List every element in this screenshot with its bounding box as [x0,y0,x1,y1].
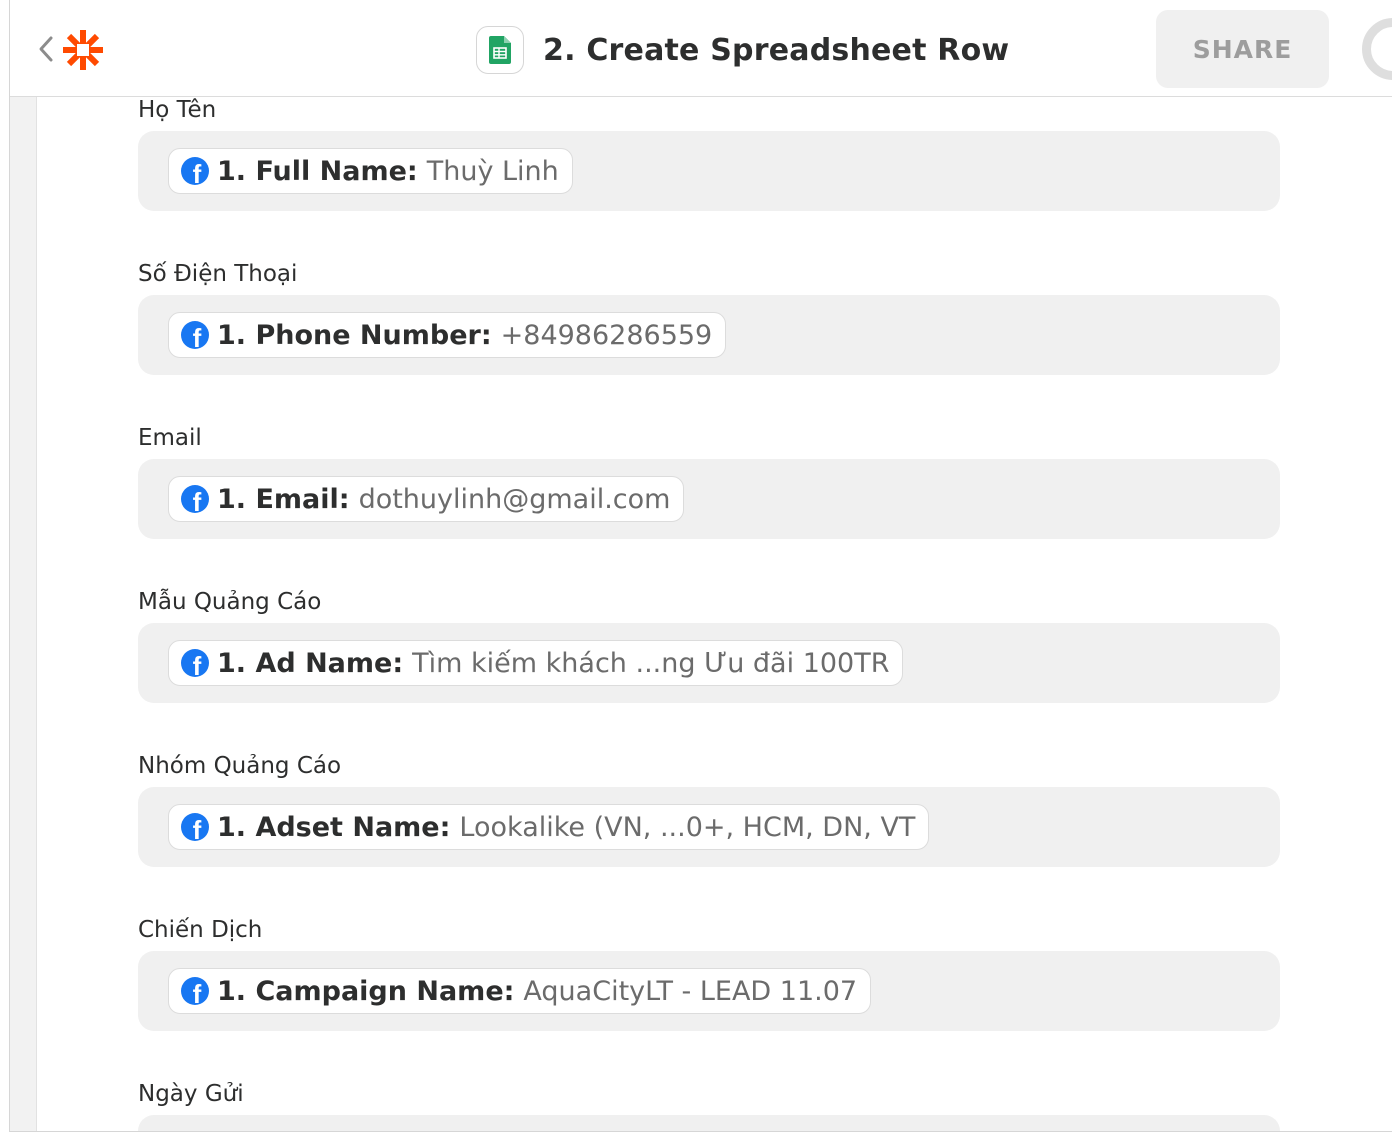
pill-key: 1. Full Name: [217,155,418,187]
mapped-value-pill[interactable]: f 1. Campaign Name: AquaCityLT - LEAD 11… [168,968,872,1014]
app-window: 2. Create Spreadsheet Row SHARE Họ Tên f… [9,0,1392,1132]
loading-spinner-icon [1362,18,1392,80]
google-sheets-icon [476,26,524,74]
pill-value: Tìm kiếm khách ...ng Ưu đãi 100TR [412,647,890,679]
field-input[interactable]: f 1. Adset Name: Lookalike (VN, ...0+, H… [138,787,1280,867]
pill-key: 1. Email: [217,483,350,515]
step-title[interactable]: 2. Create Spreadsheet Row [543,33,1009,68]
field-email: Email f 1. Email: dothuylinh@gmail.com [138,423,1280,539]
field-label: Chiến Dịch [138,917,263,943]
mapped-value-pill[interactable]: f 1. Ad Name: Tìm kiếm khách ...ng Ưu đã… [168,640,904,686]
mapped-value-pill[interactable]: f 1. Full Name: Thuỳ Linh [168,148,573,194]
field-input[interactable] [138,1115,1280,1131]
field-mau-quang-cao: Mẫu Quảng Cáo f 1. Ad Name: Tìm kiếm khá… [138,587,1280,703]
pill-key: 1. Ad Name: [217,647,404,679]
field-label: Email [138,425,202,451]
facebook-icon: f [181,649,209,677]
step-fields-panel: Họ Tên f 1. Full Name: Thuỳ Linh Số Điện… [10,95,1392,1131]
field-label: Họ Tên [138,97,217,123]
chevron-left-icon[interactable] [36,30,56,68]
share-button[interactable]: SHARE [1156,10,1329,88]
field-nhom-quang-cao: Nhóm Quảng Cáo f 1. Adset Name: Lookalik… [138,751,1280,867]
mapped-value-pill[interactable]: f 1. Adset Name: Lookalike (VN, ...0+, H… [168,804,930,850]
facebook-icon: f [181,813,209,841]
mapped-value-pill[interactable]: f 1. Email: dothuylinh@gmail.com [168,476,685,522]
facebook-icon: f [181,321,209,349]
pill-value: +84986286559 [500,319,713,351]
field-input[interactable]: f 1. Phone Number: +84986286559 [138,295,1280,375]
pill-key: 1. Phone Number: [217,319,492,351]
field-input[interactable]: f 1. Full Name: Thuỳ Linh [138,131,1280,211]
facebook-icon: f [181,157,209,185]
pill-value: dothuylinh@gmail.com [358,483,671,515]
field-label: Số Điện Thoại [138,261,298,287]
facebook-icon: f [181,977,209,1005]
zapier-logo-icon[interactable] [59,28,107,72]
pill-value: Thuỳ Linh [426,155,559,187]
field-input[interactable]: f 1. Email: dothuylinh@gmail.com [138,459,1280,539]
field-ho-ten: Họ Tên f 1. Full Name: Thuỳ Linh [138,95,1280,211]
facebook-icon: f [181,485,209,513]
field-so-dien-thoai: Số Điện Thoại f 1. Phone Number: +849862… [138,259,1280,375]
pill-value: Lookalike (VN, ...0+, HCM, DN, VT [459,811,916,843]
mapped-value-pill[interactable]: f 1. Phone Number: +84986286559 [168,312,727,358]
pill-value: AquaCityLT - LEAD 11.07 [523,975,858,1007]
step-title-group: 2. Create Spreadsheet Row [476,24,1009,76]
pill-key: 1. Adset Name: [217,811,451,843]
side-gutter [10,97,37,1131]
field-label: Ngày Gửi [138,1081,244,1107]
field-input[interactable]: f 1. Campaign Name: AquaCityLT - LEAD 11… [138,951,1280,1031]
field-input[interactable]: f 1. Ad Name: Tìm kiếm khách ...ng Ưu đã… [138,623,1280,703]
field-label: Mẫu Quảng Cáo [138,589,322,615]
field-chien-dich: Chiến Dịch f 1. Campaign Name: AquaCityL… [138,915,1280,1031]
pill-key: 1. Campaign Name: [217,975,515,1007]
editor-header: 2. Create Spreadsheet Row SHARE [10,0,1392,97]
field-label: Nhóm Quảng Cáo [138,753,342,779]
field-ngay-gui: Ngày Gửi [138,1079,1280,1131]
